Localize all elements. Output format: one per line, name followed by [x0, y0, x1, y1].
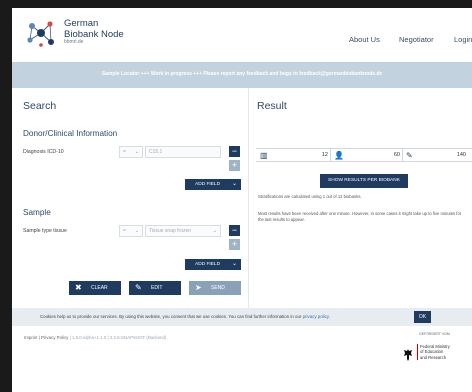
add-field-label: ADD FIELD: [195, 182, 221, 187]
minus-icon: −: [231, 146, 238, 156]
diagnosis-operator-value: =: [123, 149, 126, 155]
donor-heading: Donor/Clinical Information: [23, 129, 118, 138]
network-logo-icon[interactable]: [24, 18, 58, 48]
site-header: German Biobank Node bbmri.de About Us Ne…: [12, 8, 472, 62]
brand-line-3: bbmri.de: [64, 39, 84, 45]
version-info: | 1.5.0-alpha+1.1.0 | 2.2.8-SNAPSHOT (Ba…: [69, 335, 167, 340]
chevron-down-icon: ⌄: [231, 261, 237, 267]
add-field-label: ADD FIELD: [195, 262, 221, 267]
clear-button[interactable]: ✖ CLEAR: [69, 281, 121, 295]
brand-line-1: German: [64, 18, 99, 29]
close-icon: ✖: [75, 283, 82, 292]
diagnosis-label: Diagnosis ICD-10: [23, 149, 64, 155]
nav-about-us[interactable]: About Us: [349, 35, 380, 44]
chevron-down-icon: ⌄: [134, 228, 139, 234]
edit-button[interactable]: ✎ EDIT: [129, 281, 181, 295]
cookie-ok-button[interactable]: OK: [414, 311, 431, 323]
chevron-down-icon: ⌄: [134, 149, 139, 155]
donor-count: 60: [393, 152, 400, 158]
sample-type-placeholder: Tissue snap frozen: [149, 228, 192, 234]
edit-icon: ✎: [135, 283, 142, 292]
diagnosis-input[interactable]: C15.1: [145, 146, 221, 158]
send-button[interactable]: ➤ SEND: [189, 281, 241, 295]
sample-heading: Sample: [23, 208, 51, 217]
imprint-link[interactable]: Imprint: [24, 335, 37, 340]
sample-operator-value: =: [123, 228, 126, 234]
brand-line-2: Biobank Node: [64, 28, 124, 40]
stat-divider: [330, 149, 331, 162]
result-title: Result: [257, 100, 287, 112]
remove-field-button[interactable]: −: [229, 146, 240, 157]
cookie-text: Cookies help us to provide our services.…: [40, 314, 330, 319]
sample-type-select[interactable]: Tissue snap frozen ⌄: [145, 225, 221, 237]
info-banner: Sample Locator +++ Work in progress +++ …: [12, 62, 472, 88]
biobank-count: 12: [321, 152, 328, 158]
send-icon: ➤: [195, 283, 202, 292]
sponsor-caption: GEFÖRDERT VOM: [419, 332, 450, 336]
sample-type-label: Sample type tissue: [23, 228, 67, 234]
nav-negotiator[interactable]: Negotiator: [399, 35, 434, 44]
ministry-line-3: and Research: [420, 354, 447, 360]
brand-name[interactable]: German Biobank Node bbmri.de: [64, 19, 124, 45]
plus-icon: +: [231, 160, 238, 170]
nav-login[interactable]: Login: [454, 35, 472, 44]
banner-text: Sample Locator +++ Work in progress +++ …: [101, 71, 383, 77]
search-title: Search: [23, 100, 57, 112]
privacy-policy-footer-link[interactable]: Privacy Policy: [41, 335, 68, 340]
send-label: SEND: [211, 285, 225, 291]
add-field-button-sample[interactable]: ADD FIELD ⌄: [185, 259, 241, 270]
result-stats-bar: ▥ 12 👤 60 ✎ 140: [256, 148, 472, 162]
plus-icon: +: [231, 239, 238, 249]
chevron-down-icon: ⌄: [212, 228, 217, 234]
privacy-policy-link[interactable]: privacy policy: [303, 314, 329, 319]
edit-label: EDIT: [151, 285, 163, 291]
bmbf-logo: Federal Ministry of Education and Resear…: [417, 344, 450, 360]
biobank-icon: ▥: [260, 151, 268, 160]
add-row-button[interactable]: +: [229, 160, 240, 171]
cookie-message: Cookies help us to provide our services.…: [40, 314, 302, 319]
add-field-button-donor[interactable]: ADD FIELD ⌄: [185, 179, 241, 190]
pane-divider: [248, 88, 249, 308]
minus-icon: −: [231, 225, 238, 235]
diagnosis-operator-select[interactable]: = ⌄: [119, 146, 143, 158]
stratification-note: Stratifications are calculated using 1 o…: [258, 194, 362, 199]
remove-field-button[interactable]: −: [229, 225, 240, 236]
diagnosis-value: C15.1: [149, 149, 163, 155]
donor-icon: 👤: [334, 151, 344, 160]
sample-tube-icon: ✎: [406, 151, 413, 160]
sample-count: 140: [456, 152, 466, 158]
sample-operator-select[interactable]: = ⌄: [119, 225, 143, 237]
add-row-button[interactable]: +: [229, 239, 240, 250]
stat-divider: [402, 149, 403, 162]
show-results-per-biobank-button[interactable]: SHOW RESULTS PER BIOBANK: [320, 174, 408, 188]
results-timing-note: Most results have been received after on…: [258, 211, 462, 223]
browser-page: German Biobank Node bbmri.de About Us Ne…: [12, 8, 472, 392]
footer-links: Imprint | Privacy Policy | 1.5.0-alpha+1…: [24, 335, 166, 340]
chevron-down-icon: ⌄: [231, 181, 237, 187]
cookie-bar: Cookies help us to provide our services.…: [12, 308, 472, 326]
federal-eagle-icon: [404, 349, 412, 361]
clear-label: CLEAR: [91, 285, 108, 291]
